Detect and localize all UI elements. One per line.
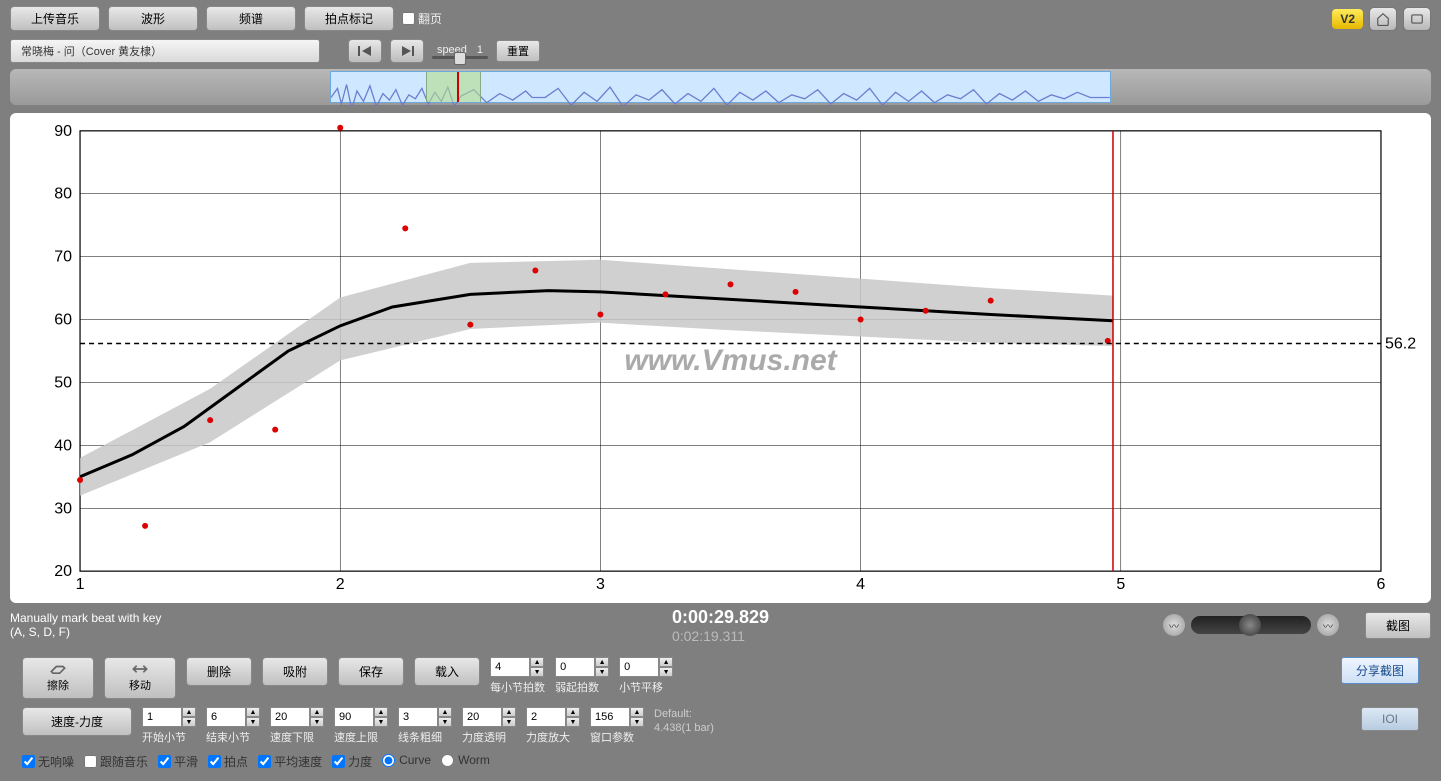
dynamics-checkbox[interactable]: 力度	[332, 753, 372, 770]
waveform-cursor[interactable]	[457, 72, 459, 102]
ioi-button[interactable]: IOI	[1361, 707, 1419, 731]
snap-button[interactable]: 吸附	[262, 657, 328, 686]
waveform-selection[interactable]	[426, 72, 481, 102]
svg-text:80: 80	[54, 186, 72, 203]
speed-control[interactable]: speed1	[432, 44, 488, 59]
beat-checkbox[interactable]: 拍点	[208, 753, 248, 770]
beats-per-bar-spinner[interactable]: ▲▼每小节拍数	[490, 657, 545, 695]
hint-text: Manually mark beat with key(A, S, D, F)	[10, 611, 161, 640]
import-button[interactable]: 载入	[414, 657, 480, 686]
svg-text:70: 70	[54, 249, 72, 266]
svg-text:50: 50	[54, 374, 72, 391]
start-bar-spinner[interactable]: ▲▼开始小节	[142, 707, 196, 745]
beat-mark-button[interactable]: 拍点标记	[304, 6, 394, 31]
scrub-slider[interactable]	[1191, 616, 1311, 634]
track-title[interactable]: 常晓梅 - 问（Cover 黄友棣）	[10, 39, 320, 63]
tempo-min-spinner[interactable]: ▲▼速度下限	[270, 707, 324, 745]
tempo-dynamics-button[interactable]: 速度-力度	[22, 707, 132, 736]
wave-end-icon[interactable]: 〰	[1317, 614, 1339, 636]
playback-row: 常晓梅 - 问（Cover 黄友棣） speed1 重置	[0, 37, 1441, 69]
waveform-button[interactable]: 波形	[108, 6, 198, 31]
svg-text:56.2: 56.2	[1385, 335, 1416, 352]
dynamics-scale-spinner[interactable]: ▲▼力度放大	[526, 707, 580, 745]
curve-radio[interactable]: Curve	[382, 753, 431, 767]
svg-text:4: 4	[856, 576, 865, 593]
save-button[interactable]: 保存	[338, 657, 404, 686]
line-thickness-spinner[interactable]: ▲▼线条粗细	[398, 707, 452, 745]
bottom-panel: 擦除 移动 删除 吸附 保存 载入 ▲▼每小节拍数 ▲▼弱起拍数 ▲▼小节平移 …	[10, 649, 1431, 778]
svg-text:2: 2	[336, 576, 345, 593]
top-toolbar: 上传音乐 波形 频谱 拍点标记 翻页 V2	[0, 0, 1441, 37]
tempo-max-spinner[interactable]: ▲▼速度上限	[334, 707, 388, 745]
wave-start-icon[interactable]: 〰	[1163, 614, 1185, 636]
prev-button[interactable]	[348, 39, 382, 63]
avg-tempo-checkbox[interactable]: 平均速度	[258, 753, 322, 770]
svg-text:5: 5	[1116, 576, 1125, 593]
smooth-checkbox[interactable]: 平滑	[158, 753, 198, 770]
speed-slider[interactable]	[432, 56, 488, 59]
svg-text:3: 3	[596, 576, 605, 593]
share-screenshot-button[interactable]: 分享截图	[1341, 657, 1419, 684]
play-button[interactable]	[390, 39, 424, 63]
waveform-overview[interactable]	[10, 69, 1431, 105]
reset-speed-button[interactable]: 重置	[496, 40, 540, 62]
fullscreen-icon[interactable]	[1403, 7, 1431, 31]
default-info: Default:4.438(1 bar)	[654, 707, 714, 736]
svg-text:20: 20	[54, 563, 72, 580]
move-button[interactable]: 移动	[104, 657, 176, 699]
upload-music-button[interactable]: 上传音乐	[10, 6, 100, 31]
delete-button[interactable]: 删除	[186, 657, 252, 686]
svg-text:90: 90	[54, 123, 72, 140]
svg-text:30: 30	[54, 500, 72, 517]
svg-text:60: 60	[54, 312, 72, 329]
chart-svg[interactable]: 20 30 40 50 60 70 80 90 1 2 3 4 5 6 56.2 www.Vmus.net	[20, 119, 1421, 603]
svg-text:www.Vmus.net: www.Vmus.net	[624, 344, 838, 377]
home-icon[interactable]	[1369, 7, 1397, 31]
worm-radio[interactable]: Worm	[441, 753, 490, 767]
version-badge: V2	[1332, 9, 1363, 29]
bar-offset-spinner[interactable]: ▲▼小节平移	[619, 657, 673, 695]
dynamics-transparency-spinner[interactable]: ▲▼力度透明	[462, 707, 516, 745]
svg-text:40: 40	[54, 437, 72, 454]
tempo-chart: 20 30 40 50 60 70 80 90 1 2 3 4 5 6 56.2 www.Vmus.net	[10, 113, 1431, 603]
no-noise-checkbox[interactable]: 无响噪	[22, 753, 74, 770]
flip-page-checkbox[interactable]: 翻页	[402, 10, 442, 27]
svg-text:1: 1	[76, 576, 85, 593]
status-row: Manually mark beat with key(A, S, D, F) …	[10, 607, 1431, 643]
time-display: 0:00:29.829 0:02:19.311	[672, 607, 769, 644]
anacrusis-spinner[interactable]: ▲▼弱起拍数	[555, 657, 609, 695]
spectrum-button[interactable]: 频谱	[206, 6, 296, 31]
follow-music-checkbox[interactable]: 跟随音乐	[84, 753, 148, 770]
end-bar-spinner[interactable]: ▲▼结束小节	[206, 707, 260, 745]
svg-text:6: 6	[1377, 576, 1386, 593]
erase-button[interactable]: 擦除	[22, 657, 94, 699]
window-param-spinner[interactable]: ▲▼窗口参数	[590, 707, 644, 745]
screenshot-button[interactable]: 截图	[1365, 612, 1431, 639]
